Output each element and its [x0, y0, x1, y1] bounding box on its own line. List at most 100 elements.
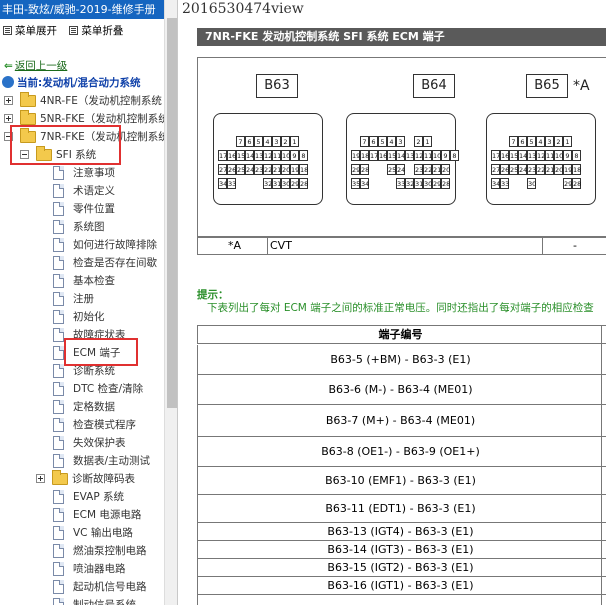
tree-item[interactable]: 检查模式程序 — [0, 416, 164, 434]
connector-pin: 6 — [518, 136, 527, 147]
connector-pin: 17 — [218, 150, 228, 161]
connector-pin: 1 — [423, 136, 432, 147]
tree-item[interactable]: 零件位置 — [0, 200, 164, 218]
connector-pin: 11 — [423, 150, 433, 161]
tree-item[interactable]: 基本检查 — [0, 272, 164, 290]
connector-code-b64: B64 — [413, 74, 455, 98]
tree-item[interactable]: 制动信号系统 — [0, 596, 164, 605]
table-divider — [601, 326, 602, 605]
connector-pin: 24 — [245, 164, 255, 175]
scrollbar-thumb[interactable] — [167, 18, 177, 408]
terminal-table-header: 端子编号 — [197, 326, 606, 344]
connector-pin — [245, 178, 254, 189]
connector-pin: 6 — [245, 136, 254, 147]
expand-icon[interactable] — [4, 96, 13, 105]
sidebar-scrollbar[interactable] — [164, 0, 177, 605]
connector-pin: 10 — [554, 150, 564, 161]
connector-pin: 35 — [351, 178, 361, 189]
tree-item-label: ECM 电源电路 — [73, 509, 142, 521]
connector-pin: 14 — [396, 150, 406, 161]
tree-item[interactable]: 如何进行故障排除 — [0, 236, 164, 254]
tree-item[interactable]: 失效保护表 — [0, 434, 164, 452]
tree-item-label: 检查模式程序 — [73, 419, 136, 431]
connector-pin: 27 — [491, 164, 501, 175]
tree-item[interactable]: EVAP 系统 — [0, 488, 164, 506]
document-icon — [53, 184, 64, 198]
document-icon — [53, 310, 64, 324]
variant-name-cell: CVT — [268, 238, 543, 254]
tree-item-label: DTC 检查/清除 — [73, 383, 144, 395]
folder-icon — [20, 110, 36, 125]
document-icon — [53, 400, 64, 414]
terminal-row: B63-11 (EDT1) - B63-3 (E1) — [197, 495, 606, 523]
document-icon — [53, 382, 64, 396]
tree-item[interactable]: DTC 检查/清除 — [0, 380, 164, 398]
tree-item[interactable]: VC 输出电路 — [0, 524, 164, 542]
document-icon — [53, 544, 64, 558]
expand-icon[interactable] — [36, 474, 45, 483]
tree-item-label: 检查是否存在间歇 — [73, 257, 157, 269]
connector-pin: 7 — [509, 136, 518, 147]
connector-pin: 32 — [405, 178, 415, 189]
connector-pin: 22 — [423, 164, 433, 175]
connector-pin: 28 — [360, 164, 370, 175]
app-window: 丰田-致炫/威驰-2019-维修手册 菜单展开 菜单折叠 ⇐ 返回上一级 当前:发… — [0, 0, 606, 605]
menu-expand-button[interactable]: 菜单展开 — [0, 21, 57, 41]
tree-item[interactable]: ECM 电源电路 — [0, 506, 164, 524]
connector-pin — [236, 178, 245, 189]
document-icon — [53, 274, 64, 288]
menu-collapse-button[interactable]: 菜单折叠 — [66, 21, 123, 41]
tree-item[interactable]: 初始化 — [0, 308, 164, 326]
connector-pin: 25 — [387, 164, 397, 175]
tree-item-label: 术语定义 — [73, 185, 115, 197]
tree-item-label: 起动机信号电路 — [73, 581, 147, 593]
connector-pin — [369, 178, 378, 189]
connector-pin: 26 — [500, 164, 510, 175]
connector-pin: 27 — [218, 164, 228, 175]
tree-item[interactable]: 检查是否存在间歇 — [0, 254, 164, 272]
connector-pin: 15 — [509, 150, 519, 161]
tree-item[interactable]: 喷油器电路 — [0, 560, 164, 578]
tree-item[interactable]: 注册 — [0, 290, 164, 308]
tree-item[interactable]: 4NR-FE（发动机控制系统 — [0, 92, 164, 110]
tree-item[interactable]: 起动机信号电路 — [0, 578, 164, 596]
document-icon — [53, 202, 64, 216]
connector-pin: 16 — [500, 150, 510, 161]
connector-pin: 21 — [545, 164, 555, 175]
terminal-table: 端子编号 B63-5 (+BM) - B63-3 (E1) B63-6 (M-) … — [197, 325, 606, 605]
expand-icon[interactable] — [4, 114, 13, 123]
tree-item-label: 注意事项 — [73, 167, 115, 179]
terminal-pair: B63-14 (IGT3) - B63-3 (E1) — [327, 543, 474, 556]
tree-item[interactable]: 注意事项 — [0, 164, 164, 182]
terminal-pair: B63-11 (EDT1) - B63-3 (E1) — [325, 502, 476, 515]
connector-pin: 16 — [378, 150, 388, 161]
connector-pin: 8 — [450, 150, 459, 161]
tree-item[interactable]: 诊断故障码表 — [0, 470, 164, 488]
connector-pin: 33 — [396, 178, 406, 189]
terminal-row: B63-18 (VTA2) - B63-28 (ETA) — [197, 595, 606, 605]
tree-item-label: 4NR-FE（发动机控制系统 — [40, 95, 162, 107]
connector-pin: 25 — [509, 164, 519, 175]
connector-pin — [536, 178, 545, 189]
tree-item-label: 数据表/主动测试 — [73, 455, 151, 467]
tree-item-label: 喷油器电路 — [73, 563, 126, 575]
connector-pin: 13 — [405, 150, 415, 161]
tree-item[interactable]: 术语定义 — [0, 182, 164, 200]
document-icon — [53, 364, 64, 378]
tree-item[interactable]: 数据表/主动测试 — [0, 452, 164, 470]
section-header: 7NR-FKE 发动机控制系统 SFI 系统 ECM 端子 — [197, 28, 606, 46]
connector-pin: 33 — [227, 178, 237, 189]
connector-pin: 18 — [572, 164, 582, 175]
tree-item[interactable]: 燃油泵控制电路 — [0, 542, 164, 560]
tree-item[interactable]: 系统图 — [0, 218, 164, 236]
menu-icon — [3, 26, 12, 35]
connector-pin: 9 — [441, 150, 450, 161]
connector-pin: 21 — [432, 164, 442, 175]
tree-item[interactable]: 定格数据 — [0, 398, 164, 416]
connector-pin: 29 — [351, 164, 361, 175]
terminal-pair: B63-15 (IGT2) - B63-3 (E1) — [327, 561, 474, 574]
connector-pin: 3 — [545, 136, 554, 147]
document-icon — [53, 292, 64, 306]
document-icon — [53, 166, 64, 180]
back-link[interactable]: ⇐ 返回上一级 — [4, 58, 67, 74]
